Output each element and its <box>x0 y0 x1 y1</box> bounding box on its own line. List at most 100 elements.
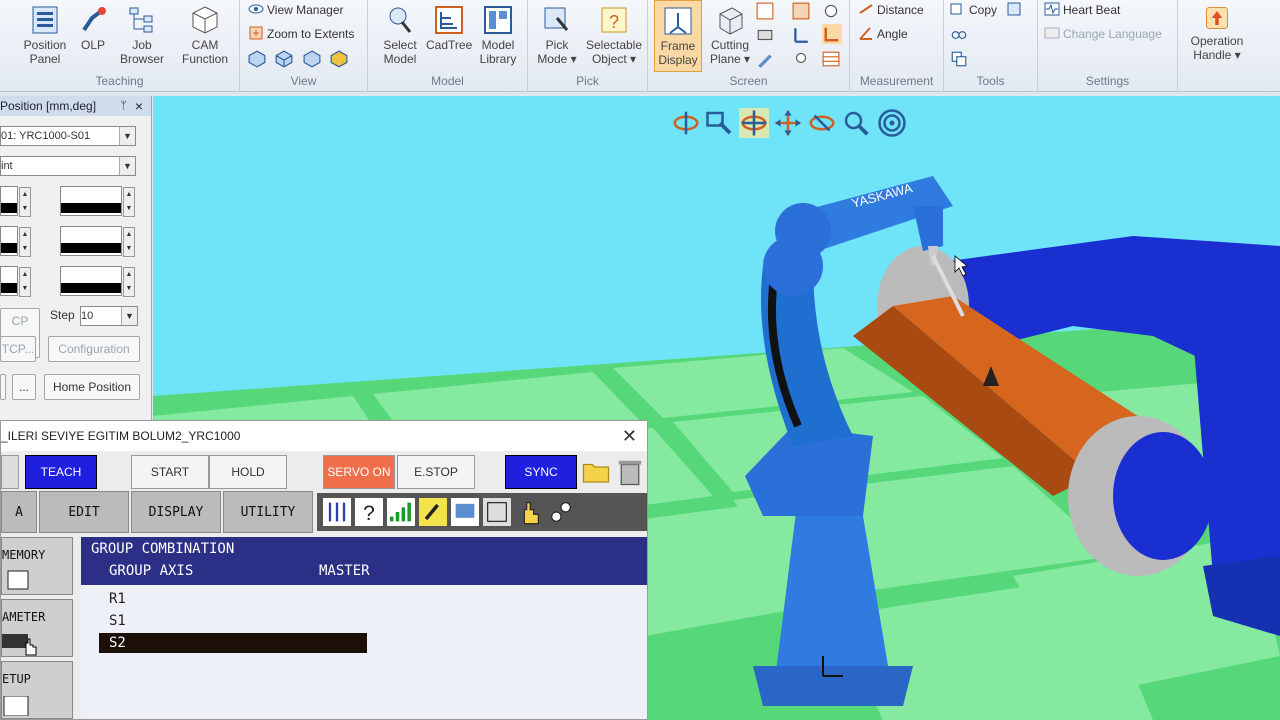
frame-box-icon[interactable] <box>792 2 810 20</box>
model-library-label: Model Library <box>479 38 517 66</box>
edit-icon[interactable] <box>419 498 447 526</box>
monitor-icon[interactable] <box>451 498 479 526</box>
axis-2-field[interactable]: ▲ ▼ <box>0 226 31 257</box>
view-cube-buttons <box>248 50 358 68</box>
hold-button[interactable]: HOLD <box>209 455 287 489</box>
axes-icon[interactable] <box>792 26 810 44</box>
window-icon[interactable] <box>483 498 511 526</box>
link-icon[interactable] <box>950 26 968 44</box>
spin-arrows-icon[interactable]: ▲ ▼ <box>19 267 31 297</box>
change-language-button[interactable]: Change Language <box>1044 24 1162 44</box>
more-button[interactable]: ... <box>12 374 36 400</box>
list-item[interactable]: R1 <box>109 591 126 607</box>
operation-handle-button[interactable]: Operation Handle ▾ <box>1182 4 1252 62</box>
controller-select[interactable]: 01: YRC1000-S01 ▼ <box>0 126 136 146</box>
axis-6-field[interactable]: ▲ ▼ <box>60 266 135 297</box>
measure-highlight-icon[interactable] <box>822 24 842 44</box>
zoom-to-extents-button[interactable]: Zoom to Extents <box>248 24 354 44</box>
rotate-icon[interactable] <box>671 108 701 138</box>
pin-icon[interactable]: ᛘ <box>120 96 127 116</box>
left-stub-button[interactable] <box>0 374 6 400</box>
top-view-icon[interactable] <box>330 50 348 68</box>
roll-icon[interactable] <box>807 108 837 138</box>
more-label: ... <box>18 380 29 394</box>
select-model-button[interactable]: Select Model <box>374 4 426 66</box>
coordinate-select[interactable]: int ▼ <box>0 156 136 176</box>
cutting-plane-button[interactable]: Cutting Plane ▾ <box>704 4 756 66</box>
teach-mode-button[interactable]: TEACH <box>25 455 97 489</box>
spin-arrows-icon[interactable]: ▲ ▼ <box>123 187 135 217</box>
start-button[interactable]: START <box>131 455 209 489</box>
step-select[interactable]: 10 ▼ <box>80 306 138 326</box>
tcp-select-button[interactable]: TCP... <box>0 336 36 362</box>
orbit-icon[interactable] <box>739 108 769 138</box>
copy-button[interactable]: Copy <box>950 0 1025 20</box>
step-label: Step <box>50 308 75 322</box>
selectable-object-button[interactable]: ? Selectable Object ▾ <box>582 4 646 66</box>
camera-icon[interactable] <box>822 2 840 20</box>
zoom-icon[interactable] <box>841 108 871 138</box>
svg-text:?: ? <box>363 502 375 525</box>
close-icon[interactable]: ✕ <box>622 421 637 451</box>
pan-icon[interactable] <box>773 108 803 138</box>
tool-arrow-icon[interactable] <box>1006 1 1022 17</box>
list-item-selected[interactable]: S2 <box>99 633 367 653</box>
spin-arrows-icon[interactable]: ▲ ▼ <box>123 267 135 297</box>
attach-icon[interactable] <box>950 50 968 68</box>
zoom-window-icon[interactable] <box>705 108 735 138</box>
side-view-icon[interactable] <box>303 50 321 68</box>
signal-icon[interactable] <box>387 498 415 526</box>
tab-display[interactable]: DISPLAY <box>131 491 221 533</box>
olp-button[interactable]: OLP <box>78 4 108 52</box>
grid-icon[interactable] <box>756 2 774 20</box>
light-icon[interactable] <box>792 50 810 68</box>
servo-on-button[interactable]: SERVO ON <box>323 455 395 489</box>
pick-mode-button[interactable]: Pick Mode ▾ <box>532 4 582 66</box>
view-manager-button[interactable]: View Manager <box>248 0 344 20</box>
model-library-button[interactable]: Model Library <box>472 4 524 66</box>
sd-card-icon <box>7 570 29 590</box>
front-view-icon[interactable] <box>275 50 293 68</box>
pen-icon[interactable] <box>756 50 774 68</box>
help-icon[interactable]: ? <box>355 498 383 526</box>
position-panel-button[interactable]: Position Panel <box>16 4 74 66</box>
panel-close-icon[interactable]: × <box>135 96 143 116</box>
job-browser-button[interactable]: Job Browser <box>114 4 170 66</box>
target-icon[interactable] <box>877 108 907 138</box>
estop-button[interactable]: E.STOP <box>397 455 475 489</box>
cadtree-button[interactable]: CadTree <box>426 4 472 52</box>
sort-icon[interactable] <box>323 498 351 526</box>
axis-1-field[interactable]: ▲ ▼ <box>0 186 31 217</box>
distance-button[interactable]: Distance <box>858 0 924 20</box>
tab-edit[interactable]: EDIT <box>39 491 129 533</box>
folder-icon[interactable] <box>581 457 611 487</box>
configuration-button[interactable]: Configuration <box>48 336 140 362</box>
angle-button[interactable]: Angle <box>858 24 908 44</box>
spin-arrows-icon[interactable]: ▲ ▼ <box>123 227 135 257</box>
cam-function-button[interactable]: CAM Function <box>176 4 234 66</box>
ribbon-group-settings: Heart Beat Change Language Settings <box>1038 0 1178 92</box>
table-icon[interactable] <box>822 50 840 68</box>
spin-arrows-icon[interactable]: ▲ ▼ <box>19 227 31 257</box>
eye-icon <box>248 4 264 14</box>
frame-display-button[interactable]: Frame Display <box>654 0 702 72</box>
spin-arrows-icon[interactable]: ▲ ▼ <box>19 187 31 217</box>
network-icon[interactable] <box>547 498 575 526</box>
list-item[interactable]: S1 <box>109 613 126 629</box>
memory-menu-button[interactable]: MEMORY <box>1 537 73 595</box>
layer-icon[interactable] <box>756 26 774 44</box>
setup-menu-button[interactable]: ETUP <box>1 661 73 719</box>
master-header: MASTER <box>319 563 370 579</box>
axis-4-field[interactable]: ▲ ▼ <box>60 186 135 217</box>
home-position-button[interactable]: Home Position <box>44 374 140 400</box>
heart-beat-button[interactable]: Heart Beat <box>1044 0 1120 20</box>
mode-left-stub[interactable] <box>1 455 19 489</box>
iso-view-icon[interactable] <box>248 50 266 68</box>
axis-5-field[interactable]: ▲ ▼ <box>60 226 135 257</box>
sync-button[interactable]: SYNC <box>505 455 577 489</box>
axis-3-field[interactable]: ▲ ▼ <box>0 266 31 297</box>
tab-a[interactable]: A <box>1 491 37 533</box>
trash-icon[interactable] <box>615 457 645 487</box>
hand-icon[interactable] <box>515 498 543 526</box>
tab-utility[interactable]: UTILITY <box>223 491 313 533</box>
